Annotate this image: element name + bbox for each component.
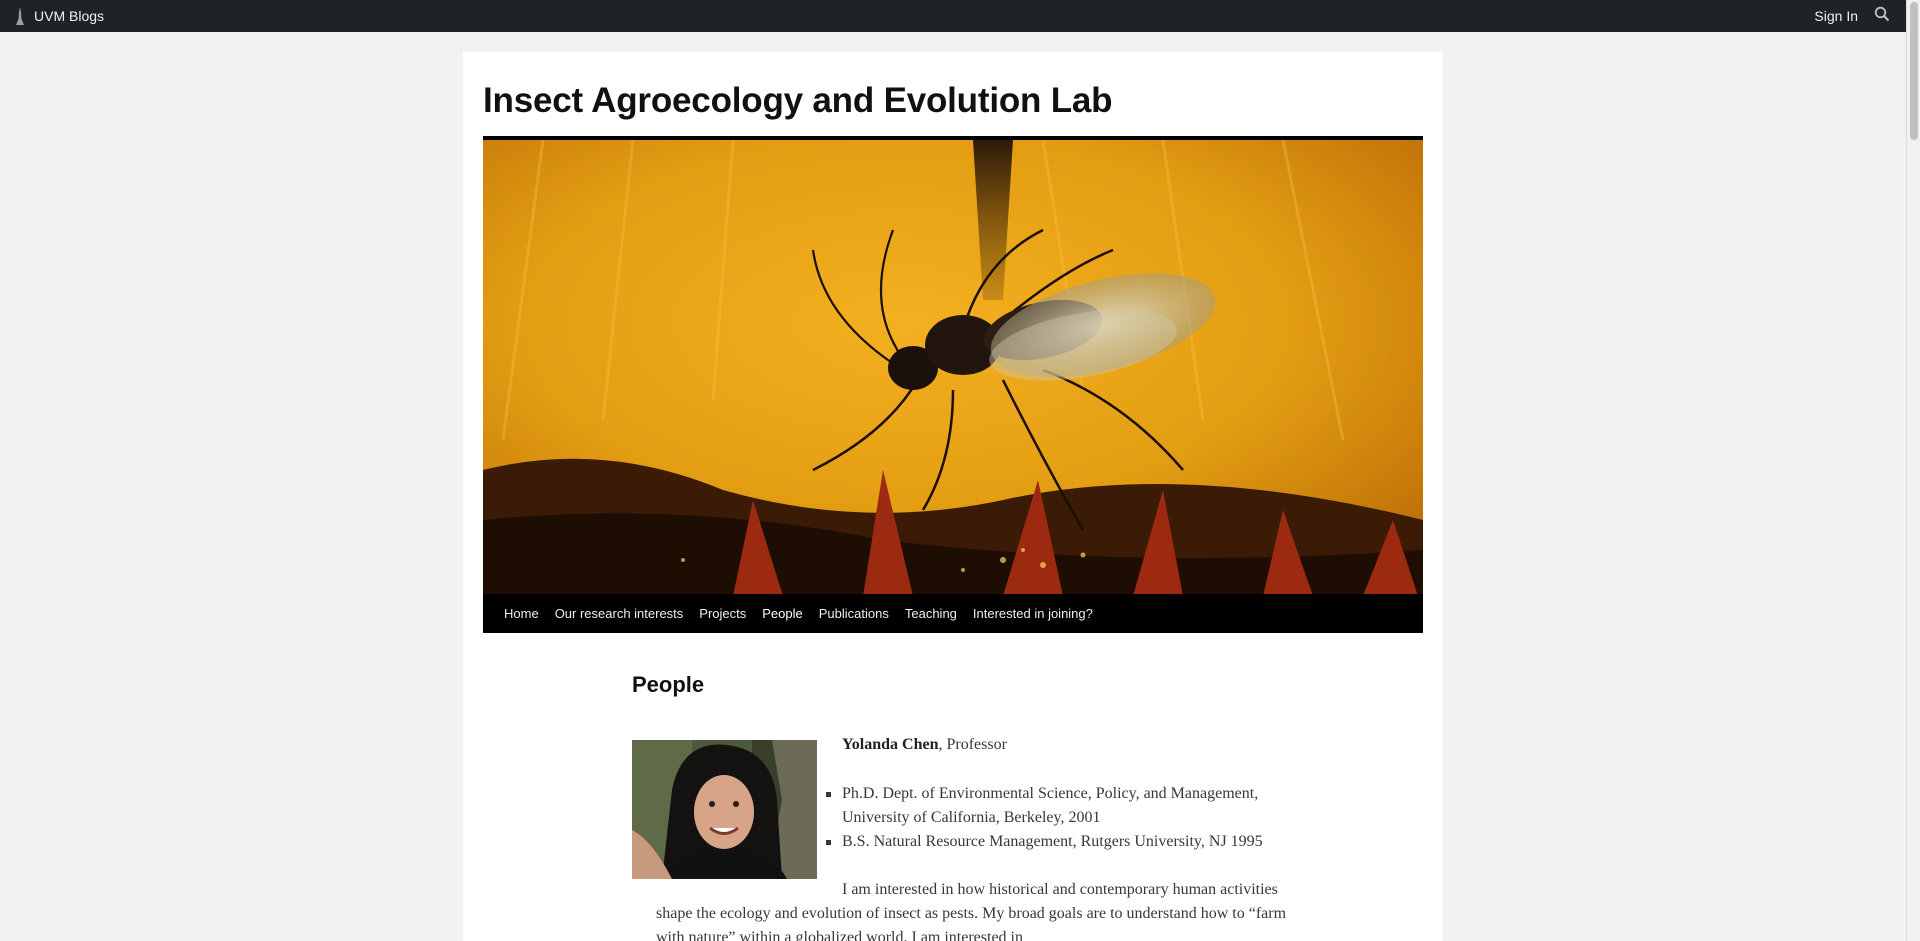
degree-item: Ph.D. Dept. of Environmental Science, Po… (826, 782, 1282, 830)
person-role: , Professor (938, 736, 1007, 753)
nav-item-research-interests[interactable]: Our research interests (547, 606, 692, 621)
nav-item-home[interactable]: Home (496, 606, 547, 621)
scrollbar-thumb[interactable] (1910, 2, 1918, 140)
admin-bar-right: Sign In (1814, 6, 1890, 27)
person-photo (632, 740, 817, 879)
nav-item-people[interactable]: People (754, 606, 810, 621)
nav-item-interested-in-joining[interactable]: Interested in joining? (965, 606, 1101, 621)
degree-list: Ph.D. Dept. of Environmental Science, Po… (826, 782, 1282, 854)
header-image (483, 136, 1423, 596)
vertical-scrollbar[interactable] (1906, 0, 1920, 941)
degree-item: B.S. Natural Resource Management, Rutger… (826, 830, 1282, 854)
brand-label: UVM Blogs (34, 8, 105, 24)
page-title: People (632, 672, 705, 697)
site-title[interactable]: Insect Agroecology and Evolution Lab (483, 81, 1113, 121)
nav-item-teaching[interactable]: Teaching (897, 606, 965, 621)
person-heading: Yolanda Chen, Professor (842, 736, 1007, 754)
uvm-tower-icon (14, 7, 26, 25)
person-name: Yolanda Chen (842, 736, 939, 753)
bio-paragraph: I am interested in how historical and co… (656, 881, 1287, 941)
search-icon[interactable] (1874, 6, 1890, 27)
nav-item-projects[interactable]: Projects (691, 606, 754, 621)
sign-in-link[interactable]: Sign In (1814, 8, 1858, 24)
page-container: Insect Agroecology and Evolution Lab Hom… (463, 52, 1443, 941)
nav-item-publications[interactable]: Publications (811, 606, 897, 621)
main-nav: Home Our research interests Projects Peo… (483, 594, 1423, 633)
admin-bar: UVM Blogs Sign In (0, 0, 1906, 32)
uvm-blogs-link[interactable]: UVM Blogs (14, 7, 104, 25)
